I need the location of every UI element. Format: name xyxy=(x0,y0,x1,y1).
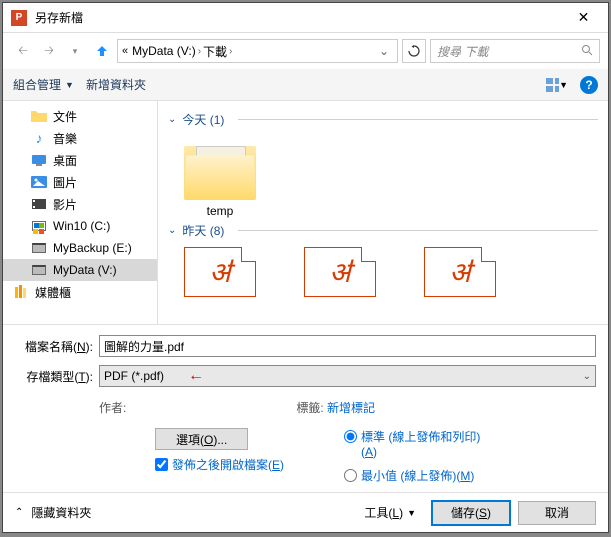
tree-item[interactable]: 文件 xyxy=(3,105,157,127)
toolbar: 組合管理 ▼ 新增資料夾 ▼ ? xyxy=(3,69,608,101)
file-item[interactable]: ॳ xyxy=(420,247,500,297)
tools-menu[interactable]: 工具(L) ▼ xyxy=(356,502,424,524)
tree-item-label: MyBackup (E:) xyxy=(53,241,132,255)
tree-item-icon xyxy=(31,196,47,212)
add-tag-link[interactable]: 新增標記 xyxy=(327,401,375,415)
folder-tree[interactable]: 文件 ♪ 音樂桌面圖片影片 Win10 (C:) MyBackup (E:) MyData… xyxy=(3,101,158,324)
tree-item[interactable]: MyData (V:) xyxy=(3,259,157,281)
save-button[interactable]: 儲存(S) xyxy=(432,501,510,525)
nav-back-button[interactable]: 🡠 xyxy=(11,39,35,63)
tree-item[interactable]: ♪ 音樂 xyxy=(3,127,157,149)
annotation-arrow: ← xyxy=(188,367,204,385)
pdf-icon: ॳ xyxy=(304,247,376,297)
chevron-down-icon: ⌄ xyxy=(168,114,176,125)
nav-forward-button[interactable]: 🡢 xyxy=(37,39,61,63)
tree-item[interactable]: Win10 (C:) xyxy=(3,215,157,237)
filetype-label: 存檔類型(T): xyxy=(15,368,93,385)
chevron-down-icon: ⌄ xyxy=(168,225,176,236)
tree-item-label: MyData (V:) xyxy=(53,263,117,277)
search-placeholder: 搜尋 下載 xyxy=(437,43,488,60)
tree-item-label: 桌面 xyxy=(53,152,77,169)
optimize-standard-radio[interactable]: 標準 (線上發佈和列印)(A) xyxy=(344,428,480,459)
tree-item-label: 文件 xyxy=(53,108,77,125)
tree-item-label: 媒體櫃 xyxy=(35,284,71,301)
group-header[interactable]: ⌄ 昨天 (8) xyxy=(168,222,598,239)
filetype-combo[interactable]: PDF (*.pdf) ← ⌄ xyxy=(99,365,596,387)
tree-item-icon xyxy=(31,152,47,168)
tree-item-icon xyxy=(31,262,47,278)
file-item[interactable]: ॳ xyxy=(180,247,260,297)
organize-menu[interactable]: 組合管理 ▼ xyxy=(13,76,74,93)
filename-label: 檔案名稱(N): xyxy=(15,338,93,355)
search-input[interactable]: 搜尋 下載 xyxy=(430,39,600,63)
nav-history-button[interactable]: ▾ xyxy=(63,39,87,63)
tree-item[interactable]: 桌面 xyxy=(3,149,157,171)
filename-input[interactable] xyxy=(99,335,596,357)
chevron-down-icon: ⌄ xyxy=(583,371,591,382)
tree-item[interactable]: 影片 xyxy=(3,193,157,215)
file-item[interactable]: ॳ xyxy=(300,247,380,297)
powerpoint-icon: P xyxy=(11,10,27,26)
tags-label: 標籤: xyxy=(296,401,323,415)
options-button[interactable]: 選項(O)... xyxy=(155,428,248,450)
search-icon xyxy=(581,44,593,59)
close-button[interactable]: ✕ xyxy=(561,4,606,32)
collapse-icon[interactable]: ⌃ xyxy=(15,507,23,518)
tree-item-label: 音樂 xyxy=(53,130,77,147)
view-mode-button[interactable]: ▼ xyxy=(546,75,568,95)
tree-item[interactable]: MyBackup (E:) xyxy=(3,237,157,259)
help-button[interactable]: ? xyxy=(580,76,598,94)
tree-item-icon xyxy=(31,108,47,124)
group-header[interactable]: ⌄ 今天 (1) xyxy=(168,111,598,128)
folder-icon xyxy=(184,136,256,200)
tree-item-icon xyxy=(31,240,47,256)
chevron-down-icon: ▼ xyxy=(65,80,74,90)
pdf-icon: ॳ xyxy=(424,247,496,297)
tree-item-label: Win10 (C:) xyxy=(53,219,110,233)
file-list[interactable]: ⌄今天 (1)temp⌄昨天 (8)ॳॳॳ xyxy=(158,101,608,324)
tree-item-icon xyxy=(13,284,29,300)
nav-up-button[interactable] xyxy=(91,40,113,62)
refresh-button[interactable] xyxy=(402,39,426,63)
chevron-down-icon: ▼ xyxy=(407,508,416,518)
file-label: temp xyxy=(207,204,234,218)
breadcrumb[interactable]: « MyData (V:) › 下載 › ⌄ xyxy=(117,39,398,63)
tree-item[interactable]: 媒體櫃 xyxy=(3,281,157,303)
hide-folders-link[interactable]: 隱藏資料夾 xyxy=(31,504,91,521)
new-folder-button[interactable]: 新增資料夾 xyxy=(86,76,146,93)
cancel-button[interactable]: 取消 xyxy=(518,501,596,525)
tree-item-icon xyxy=(31,174,47,190)
open-after-publish-checkbox[interactable]: 發佈之後開啟檔案(E) xyxy=(155,456,284,473)
tree-item-icon: ♪ xyxy=(31,130,47,146)
file-item[interactable]: temp xyxy=(180,136,260,218)
breadcrumb-dropdown-icon[interactable]: ⌄ xyxy=(375,44,393,58)
dialog-title: 另存新檔 xyxy=(35,9,561,26)
tree-item-label: 影片 xyxy=(53,196,77,213)
optimize-minimum-radio[interactable]: 最小值 (線上發佈)(M) xyxy=(344,467,480,484)
tree-item-icon xyxy=(31,218,47,234)
tree-item-label: 圖片 xyxy=(53,174,77,191)
breadcrumb-folder[interactable]: 下載 xyxy=(203,43,227,60)
author-label: 作者: xyxy=(99,401,126,415)
group-title: 今天 (1) xyxy=(182,111,224,128)
tree-item[interactable]: 圖片 xyxy=(3,171,157,193)
navigation-bar: 🡠 🡢 ▾ « MyData (V:) › 下載 › ⌄ 搜尋 下載 xyxy=(3,33,608,69)
group-title: 昨天 (8) xyxy=(182,222,224,239)
chevron-down-icon: ▼ xyxy=(559,80,568,90)
breadcrumb-drive[interactable]: MyData (V:) xyxy=(132,44,196,58)
pdf-icon: ॳ xyxy=(184,247,256,297)
titlebar: P 另存新檔 ✕ xyxy=(3,3,608,33)
